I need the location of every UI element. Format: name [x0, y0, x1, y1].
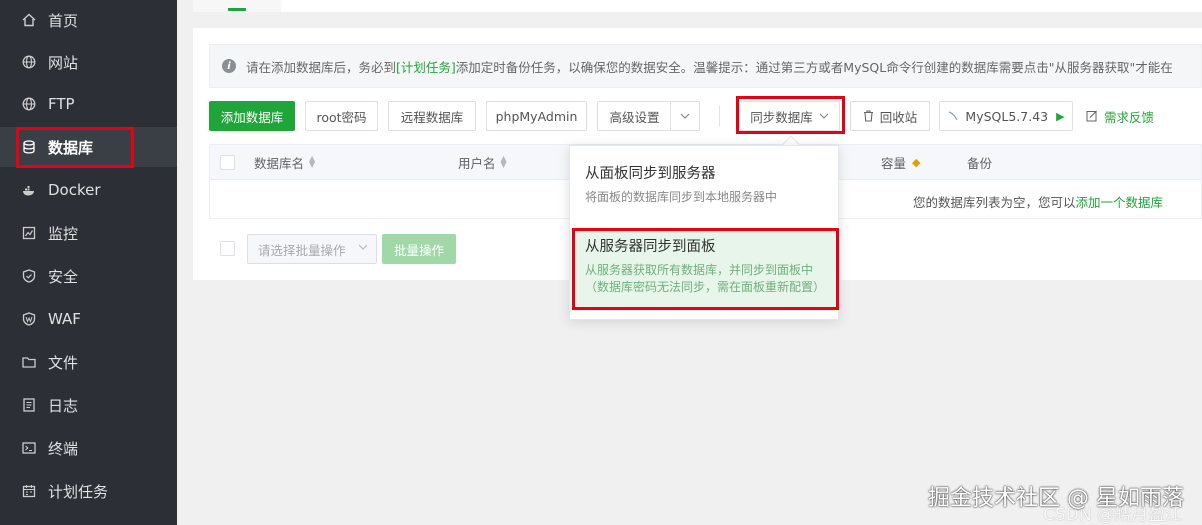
sidebar-item-website[interactable]: 网站: [0, 42, 177, 82]
terminal-icon: [22, 441, 36, 455]
sidebar-item-label: 首页: [48, 11, 79, 30]
notice-text-after: 添加定时备份任务，以确保您的数据安全。温馨提示：通过第三方或者MySQL命令行创…: [455, 59, 1173, 75]
mysql-version-label: MySQL5.7.43: [965, 108, 1049, 124]
notice-bar: i 请在添加数据库后，务必到 [计划任务] 添加定时备份任务，以确保您的数据安全。温…: [209, 44, 1202, 88]
highlight-box-database: [16, 127, 134, 168]
top-tab-bar: [193, 0, 1202, 12]
select-all-cell: [220, 145, 235, 179]
notice-cron-link[interactable]: [计划任务]: [396, 57, 456, 76]
folder-icon: [22, 355, 36, 369]
sidebar: 首页 网站 FTP 数据库 Docker 监控 安全 WAF 文件 日志 终端: [0, 0, 177, 525]
active-tab-indicator: [228, 8, 246, 11]
sidebar-item-label: 文件: [48, 353, 79, 372]
empty-text: 您的数据库列表为空，您可以: [912, 195, 1076, 210]
advanced-settings-button[interactable]: 高级设置: [597, 101, 671, 131]
sidebar-item-ftp[interactable]: FTP: [0, 84, 177, 124]
watermark-juejin: 掘金技术社区 @ 星如雨落: [928, 486, 1184, 511]
waf-shield-icon: [22, 312, 36, 326]
recycle-bin-button[interactable]: 回收站: [850, 101, 930, 131]
column-capacity-label: 容量: [881, 155, 907, 171]
sidebar-item-files[interactable]: 文件: [0, 342, 177, 382]
sidebar-item-label: 计划任务: [48, 482, 109, 501]
notice-text-before: 请在添加数据库后，务必到: [246, 59, 397, 75]
menu-item-desc: 将面板的数据库同步到本地服务器中: [585, 190, 778, 204]
sidebar-item-docker[interactable]: Docker: [0, 170, 177, 210]
empty-message: 您的数据库列表为空，您可以添加一个数据库: [913, 192, 1163, 211]
highlight-box-server-to-panel: [572, 228, 839, 310]
globe-icon: [22, 55, 36, 69]
batch-select-placeholder: 请选择批量操作: [258, 242, 346, 258]
column-name[interactable]: 数据库名 ▲ ▼: [254, 145, 315, 179]
sort-icon: ▲ ▼: [500, 154, 507, 169]
sidebar-item-security[interactable]: 安全: [0, 256, 177, 296]
highlight-box-sync: [736, 96, 845, 134]
docker-icon: [22, 183, 36, 197]
sidebar-item-label: 监控: [48, 224, 79, 243]
sidebar-item-label: FTP: [48, 95, 75, 113]
select-all-checkbox[interactable]: [220, 154, 235, 170]
calendar-icon: [22, 484, 36, 498]
chevron-down-icon: [680, 113, 690, 119]
globe-icon: [22, 97, 36, 111]
sidebar-item-label: 网站: [48, 53, 79, 72]
recycle-bin-label: 回收站: [879, 109, 918, 125]
sidebar-item-label: 日志: [48, 396, 79, 415]
column-backup-label: 备份: [967, 155, 993, 171]
sidebar-item-label: 安全: [48, 267, 79, 286]
trash-icon: [863, 110, 874, 122]
sidebar-item-cron[interactable]: 计划任务: [0, 471, 177, 511]
play-icon: ▶: [1056, 109, 1065, 123]
menu-item-title: 从面板同步到服务器: [585, 166, 716, 182]
column-capacity: 容量 ◆: [881, 145, 920, 179]
home-icon: [22, 13, 36, 27]
feedback-label: 需求反馈: [1104, 109, 1155, 125]
column-name-label: 数据库名: [254, 155, 305, 171]
mysql-dolphin-icon: [947, 110, 959, 122]
monitor-icon: [22, 226, 36, 240]
chevron-down-icon: [358, 244, 368, 250]
column-user[interactable]: 用户名 ▲ ▼: [458, 145, 507, 179]
add-database-button[interactable]: 添加数据库: [209, 101, 295, 131]
phpmyadmin-button[interactable]: phpMyAdmin: [486, 101, 587, 131]
batch-operation-button[interactable]: 批量操作: [382, 234, 456, 264]
sidebar-item-logs[interactable]: 日志: [0, 385, 177, 425]
mysql-version-button[interactable]: MySQL5.7.43 ▶: [939, 101, 1073, 131]
feedback-icon: [1086, 110, 1098, 122]
shield-icon: [22, 269, 36, 283]
menu-item-panel-to-server[interactable]: 从面板同步到服务器 将面板的数据库同步到本地服务器中: [570, 162, 838, 222]
sidebar-item-home[interactable]: 首页: [0, 0, 177, 40]
sort-icon: ▲ ▼: [309, 154, 316, 169]
column-backup: 备份: [967, 145, 992, 179]
remote-database-button[interactable]: 远程数据库: [388, 101, 476, 131]
root-password-button[interactable]: root密码: [305, 101, 378, 131]
batch-select-checkbox[interactable]: [220, 241, 235, 256]
toolbar-divider: [719, 106, 720, 126]
column-user-label: 用户名: [458, 155, 496, 171]
log-icon: [22, 398, 36, 412]
sidebar-item-monitor[interactable]: 监控: [0, 213, 177, 253]
sidebar-item-waf[interactable]: WAF: [0, 299, 177, 339]
add-database-link[interactable]: 添加一个数据库: [1075, 195, 1163, 210]
sidebar-item-label: 终端: [48, 439, 79, 458]
info-icon: i: [222, 59, 236, 73]
feedback-link[interactable]: 需求反馈: [1086, 101, 1154, 131]
advanced-settings-dropdown[interactable]: [670, 101, 700, 131]
sidebar-item-terminal[interactable]: 终端: [0, 428, 177, 468]
vip-diamond-icon: ◆: [912, 155, 921, 169]
sidebar-item-label: WAF: [48, 310, 81, 328]
batch-operation-select[interactable]: 请选择批量操作: [247, 234, 377, 264]
tab-database[interactable]: [193, 0, 281, 12]
sidebar-item-label: Docker: [48, 181, 101, 199]
